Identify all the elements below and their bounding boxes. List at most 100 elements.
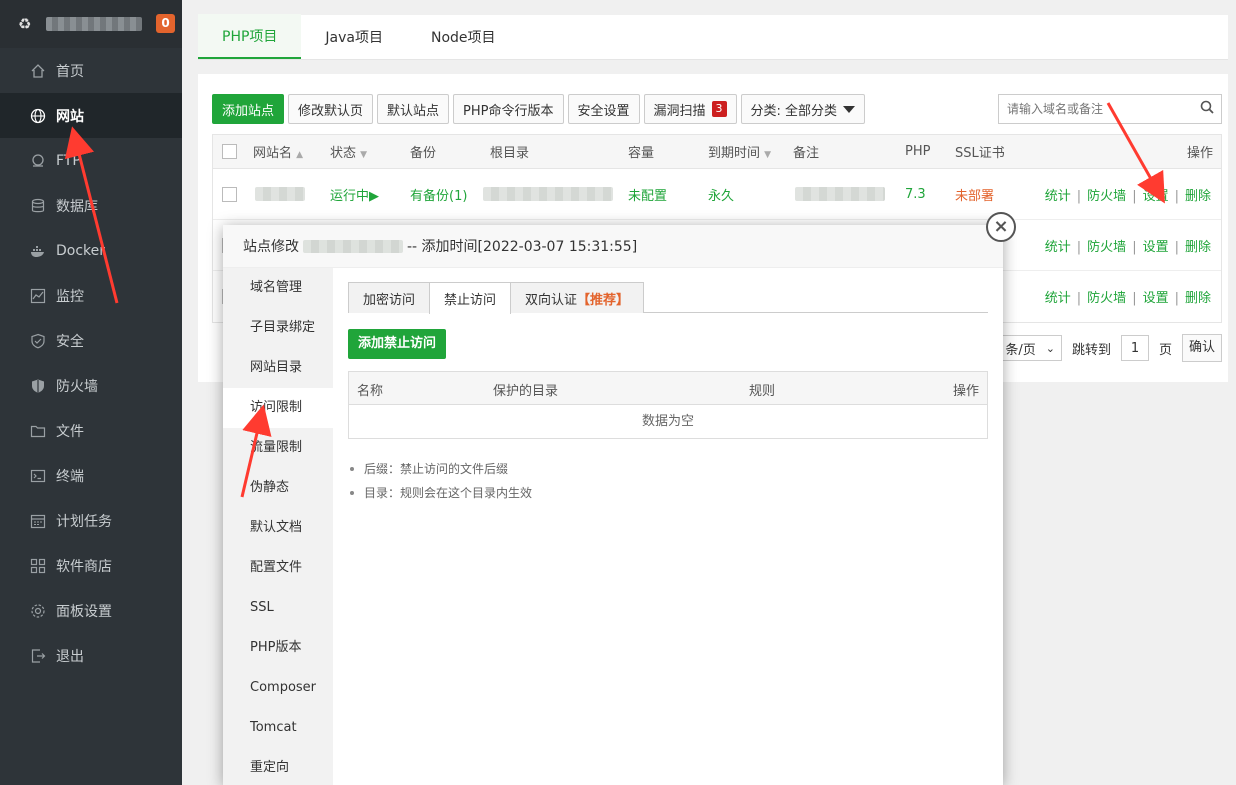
- php-cli-version-button[interactable]: PHP命令行版本: [453, 94, 564, 124]
- sort-up-icon: ▲: [296, 150, 304, 160]
- sidebar-item-security[interactable]: 安全: [0, 318, 182, 363]
- page-input[interactable]: 1: [1120, 335, 1149, 361]
- site-php-version[interactable]: 7.3: [905, 187, 926, 202]
- sidebar-item-logout[interactable]: 退出: [0, 633, 182, 678]
- menu-subdir-binding[interactable]: 子目录绑定: [223, 308, 333, 348]
- menu-tomcat[interactable]: Tomcat: [223, 708, 333, 748]
- menu-ssl[interactable]: SSL: [223, 588, 333, 628]
- menu-default-document[interactable]: 默认文档: [223, 508, 333, 548]
- per-page-select[interactable]: 条/页 ⌄: [998, 335, 1062, 361]
- tab-deny-access[interactable]: 禁止访问: [429, 282, 512, 314]
- notification-badge[interactable]: 0: [156, 14, 175, 33]
- settings-link[interactable]: 设置: [1143, 240, 1169, 255]
- firewall-link[interactable]: 防火墙: [1087, 189, 1126, 204]
- ftp-icon: [30, 153, 46, 169]
- site-ssl-status[interactable]: 未部署: [955, 185, 994, 204]
- stats-link[interactable]: 统计: [1045, 189, 1071, 204]
- sidebar-item-files[interactable]: 文件: [0, 408, 182, 453]
- sidebar-item-label: 软件商店: [56, 558, 112, 575]
- vuln-scan-button[interactable]: 漏洞扫描 3: [643, 94, 737, 124]
- delete-link[interactable]: 删除: [1185, 189, 1211, 204]
- menu-traffic-limit[interactable]: 流量限制: [223, 428, 333, 468]
- delete-link[interactable]: 删除: [1185, 291, 1211, 306]
- tab-php-project[interactable]: PHP项目: [198, 14, 302, 59]
- search-input[interactable]: [999, 95, 1193, 123]
- database-icon: [30, 198, 46, 214]
- add-deny-access-button[interactable]: 添加禁止访问: [348, 329, 447, 359]
- sidebar-item-label: 防火墙: [56, 378, 98, 395]
- row-checkbox[interactable]: [222, 186, 237, 202]
- help-tips: 后缀：禁止访问的文件后缀 目录：规则会在这个目录内生效: [348, 457, 988, 505]
- tip-item: 目录：规则会在这个目录内生效: [348, 481, 988, 505]
- modal-title: 站点修改 -- 添加时间[2022-03-07 15:31:55]: [223, 225, 1003, 268]
- modify-default-page-button[interactable]: 修改默认页: [288, 94, 374, 124]
- category-select[interactable]: 分类: 全部分类: [740, 94, 866, 124]
- col-rule: 规则: [749, 384, 776, 399]
- tab-node-project[interactable]: Node项目: [407, 14, 520, 59]
- settings-link[interactable]: 设置: [1143, 291, 1169, 306]
- sidebar-item-label: 首页: [56, 63, 84, 80]
- firewall-link[interactable]: 防火墙: [1087, 240, 1126, 255]
- search-icon[interactable]: [1193, 100, 1221, 118]
- home-icon: [30, 63, 46, 79]
- security-settings-button[interactable]: 安全设置: [567, 94, 640, 124]
- confirm-page-button[interactable]: 确认: [1181, 334, 1222, 362]
- sidebar-item-cron[interactable]: 计划任务: [0, 498, 182, 543]
- sidebar-item-label: 终端: [56, 468, 84, 485]
- select-all-checkbox[interactable]: [222, 144, 237, 159]
- delete-link[interactable]: 删除: [1185, 240, 1211, 255]
- site-root-redacted[interactable]: [483, 187, 613, 201]
- col-root: 根目录: [490, 146, 530, 161]
- sidebar-item-docker[interactable]: Docker: [0, 228, 182, 273]
- add-site-button[interactable]: 添加站点: [212, 94, 285, 124]
- vuln-scan-label: 漏洞扫描: [653, 103, 706, 119]
- site-expire[interactable]: 永久: [708, 185, 734, 204]
- tab-two-way-auth[interactable]: 双向认证 【推荐】: [510, 282, 645, 313]
- menu-config-file[interactable]: 配置文件: [223, 548, 333, 588]
- col-name[interactable]: 网站名 ▲: [253, 142, 303, 161]
- sidebar-item-database[interactable]: 数据库: [0, 183, 182, 228]
- sidebar-item-website[interactable]: 网站: [0, 93, 182, 138]
- sidebar-item-home[interactable]: 首页: [0, 48, 182, 93]
- col-status[interactable]: 状态 ▼: [330, 142, 367, 161]
- site-note-redacted[interactable]: [795, 187, 885, 201]
- site-backup[interactable]: 有备份(1): [410, 185, 467, 204]
- logout-icon: [30, 648, 46, 664]
- pagination: 条/页 ⌄ 跳转到 1 页 确认: [998, 334, 1222, 362]
- menu-domain-management[interactable]: 域名管理: [223, 268, 333, 308]
- two-way-auth-label: 双向认证: [525, 292, 578, 308]
- site-name-redacted[interactable]: [255, 187, 305, 201]
- terminal-icon: [30, 468, 46, 484]
- tab-java-project[interactable]: Java项目: [301, 14, 407, 59]
- menu-rewrite[interactable]: 伪静态: [223, 468, 333, 508]
- sidebar-item-settings[interactable]: 面板设置: [0, 588, 182, 633]
- col-expire-label: 到期时间: [708, 146, 761, 161]
- default-site-button[interactable]: 默认站点: [377, 94, 450, 124]
- menu-composer[interactable]: Composer: [223, 668, 333, 708]
- sidebar-item-ftp[interactable]: FTP: [0, 138, 182, 183]
- table-row: 运行中▶ 有备份(1) 未配置 永久 7.3 未部署 统计 | 防火墙 | 设置 | 删除: [213, 169, 1221, 220]
- menu-php-version[interactable]: PHP版本: [223, 628, 333, 668]
- firewall-link[interactable]: 防火墙: [1087, 291, 1126, 306]
- modal-close-button[interactable]: ×: [986, 212, 1016, 242]
- menu-access-restriction[interactable]: 访问限制: [223, 388, 333, 428]
- site-status[interactable]: 运行中▶: [330, 185, 379, 204]
- menu-site-directory[interactable]: 网站目录: [223, 348, 333, 388]
- settings-link[interactable]: 设置: [1143, 189, 1169, 204]
- col-expire[interactable]: 到期时间 ▼: [708, 142, 771, 161]
- stats-link[interactable]: 统计: [1045, 291, 1071, 306]
- site-search: [998, 94, 1222, 124]
- globe-icon: [30, 108, 46, 124]
- site-capacity[interactable]: 未配置: [628, 185, 667, 204]
- sidebar-item-terminal[interactable]: 终端: [0, 453, 182, 498]
- tab-encrypted-access[interactable]: 加密访问: [348, 282, 431, 313]
- account-name-redacted[interactable]: [46, 17, 142, 31]
- sidebar-item-store[interactable]: 软件商店: [0, 543, 182, 588]
- stats-link[interactable]: 统计: [1045, 240, 1071, 255]
- sidebar-item-monitor[interactable]: 监控: [0, 273, 182, 318]
- sidebar-item-label: 数据库: [56, 198, 98, 215]
- jump-label: 跳转到: [1071, 342, 1111, 358]
- menu-redirect[interactable]: 重定向: [223, 748, 333, 785]
- access-tabs: 加密访问 禁止访问 双向认证 【推荐】: [348, 282, 988, 314]
- sidebar-item-firewall[interactable]: 防火墙: [0, 363, 182, 408]
